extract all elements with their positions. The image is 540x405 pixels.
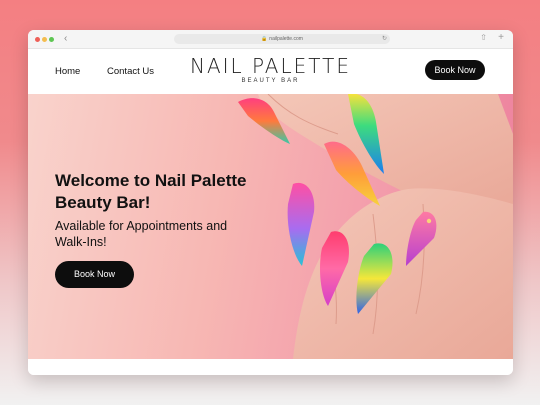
browser-toolbar: ‹ 🔒 nailpalette.com ↻ ⇧ +: [28, 30, 513, 49]
minimize-window-button[interactable]: [42, 37, 47, 42]
header-book-now-button[interactable]: Book Now: [425, 60, 485, 80]
page-footer-strip: [28, 359, 513, 375]
site-header: Home Contact Us NAIL PALETTE BEAUTY BAR …: [28, 49, 513, 95]
close-window-button[interactable]: [35, 37, 40, 42]
hero-title: Welcome to Nail Palette Beauty Bar!: [55, 171, 247, 212]
back-icon[interactable]: ‹: [64, 33, 67, 44]
browser-window: ‹ 🔒 nailpalette.com ↻ ⇧ + Home Contact Us…: [28, 30, 513, 375]
url-text: nailpalette.com: [269, 36, 303, 42]
hero-section: Welcome to Nail Palette Beauty Bar! Avai…: [28, 94, 513, 359]
maximize-window-button[interactable]: [49, 37, 54, 42]
address-bar[interactable]: 🔒 nailpalette.com ↻: [174, 34, 390, 44]
lock-icon: 🔒: [261, 36, 268, 42]
hero-book-now-button[interactable]: Book Now: [55, 261, 134, 288]
share-icon[interactable]: ⇧: [480, 33, 487, 42]
hero-subtitle: Available for Appointments and Walk-Ins!: [55, 219, 228, 249]
reload-icon[interactable]: ↻: [382, 34, 387, 44]
new-tab-icon[interactable]: +: [498, 32, 504, 43]
